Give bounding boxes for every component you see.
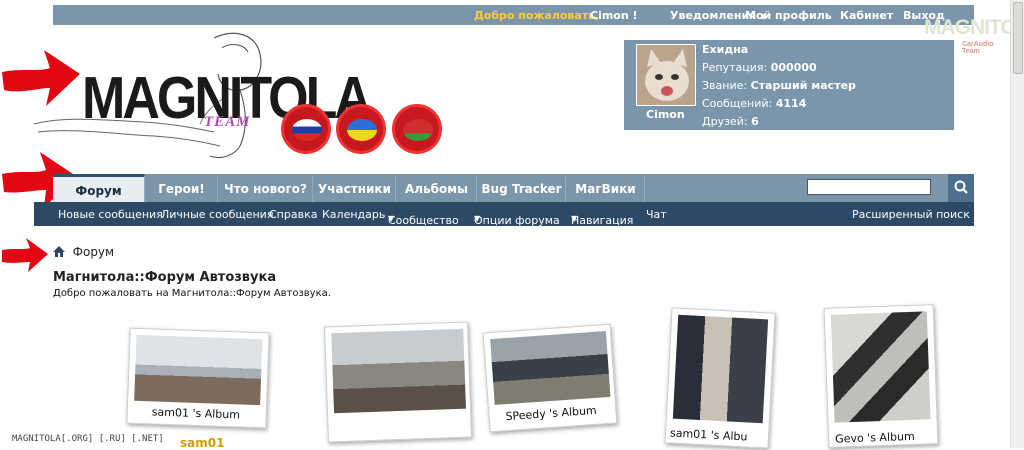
album-photo bbox=[672, 314, 769, 424]
site-logo[interactable]: MAGNITOLA TEAM bbox=[34, 28, 454, 168]
cat-avatar-icon bbox=[637, 45, 695, 105]
corner-logo-text: MAGNITOLA bbox=[924, 16, 1024, 39]
subnav-community-label: Сообщество bbox=[388, 214, 459, 227]
badge-belarus bbox=[392, 104, 442, 154]
breadcrumb-forum[interactable]: Форум bbox=[73, 245, 114, 259]
belarus-flag-icon bbox=[403, 119, 433, 141]
album-photo bbox=[134, 334, 263, 406]
album-caption: Gevo 's Album bbox=[834, 429, 915, 446]
welcome-text: Добро пожаловать, bbox=[474, 9, 600, 22]
cabinet-link[interactable]: Кабинет bbox=[840, 9, 893, 22]
username-link[interactable]: Cimon ! bbox=[590, 9, 638, 22]
album-card[interactable]: sam01 's Albu bbox=[664, 307, 776, 449]
reputation-value: 000000 bbox=[770, 61, 817, 74]
logo-team-text: TEAM bbox=[204, 114, 251, 130]
red-arrow-icon bbox=[2, 238, 48, 272]
rank-row: Звание: Старший мастер bbox=[702, 79, 856, 92]
watermark-text: MAGNITOLA[.ORG] [.RU] [.NET] bbox=[12, 434, 164, 444]
subnav-help[interactable]: Справка bbox=[269, 208, 317, 221]
scrollbar-thumb[interactable] bbox=[1013, 2, 1023, 74]
album-card[interactable] bbox=[324, 321, 472, 443]
album-caption: SPeedy 's Album bbox=[505, 403, 598, 424]
posts-value: 4114 bbox=[775, 97, 807, 110]
subnav-navigation-label: Навигация bbox=[571, 214, 634, 227]
album-card[interactable]: sam01 's Album bbox=[126, 327, 270, 429]
avatar-username[interactable]: Cimon bbox=[646, 108, 685, 121]
chevron-down-icon: ▼ bbox=[474, 214, 481, 223]
badge-russia bbox=[281, 104, 331, 154]
tab-heroes[interactable]: Герои! bbox=[146, 176, 218, 202]
notifications-label: Уведомления bbox=[670, 9, 757, 22]
tab-bug-tracker[interactable]: Bug Tracker bbox=[478, 176, 566, 202]
subnav-forum-options-label: Опции форума bbox=[474, 214, 560, 227]
album-caption: sam01 's Album bbox=[151, 405, 241, 422]
friends-value: 6 bbox=[751, 115, 759, 128]
ukraine-flag-icon bbox=[347, 119, 377, 141]
tab-albums[interactable]: Альбомы bbox=[397, 176, 477, 202]
page-title: Магнитола::Форум Автозвука bbox=[53, 270, 277, 285]
search-input[interactable] bbox=[807, 179, 931, 195]
advanced-search-link[interactable]: Расширенный поиск bbox=[852, 208, 970, 221]
reputation-label: Репутация: bbox=[702, 61, 768, 74]
user-info-box: Cimon Ехидна Репутация: 000000 Звание: С… bbox=[624, 40, 954, 130]
posts-label: Сообщений: bbox=[702, 97, 773, 110]
subnav-new-posts[interactable]: Новые сообщения bbox=[58, 208, 163, 221]
rank-label: Звание: bbox=[702, 79, 748, 92]
subnav-private-messages[interactable]: Личные сообщения bbox=[161, 208, 273, 221]
album-photo bbox=[331, 328, 466, 414]
reputation-row: Репутация: 000000 bbox=[702, 61, 817, 74]
home-icon[interactable] bbox=[53, 246, 65, 257]
top-user-bar: Добро пожаловать, Cimon ! Уведомления ▼ … bbox=[53, 5, 974, 25]
page-description: Добро пожаловать на Магнитола::Форум Авт… bbox=[53, 288, 331, 299]
rank-value: Старший мастер bbox=[750, 79, 856, 92]
corner-logo-sub: CarAudio Team bbox=[962, 41, 994, 55]
posts-row: Сообщений: 4114 bbox=[702, 97, 806, 110]
breadcrumb: Форум bbox=[53, 245, 114, 259]
avatar[interactable] bbox=[636, 44, 696, 106]
search-icon bbox=[954, 180, 968, 194]
badge-ukraine bbox=[336, 104, 386, 154]
subnav-chat[interactable]: Чат bbox=[646, 208, 667, 221]
vertical-scrollbar[interactable] bbox=[1010, 0, 1024, 448]
sub-navbar: Новые сообщения Личные сообщения Справка… bbox=[34, 202, 974, 227]
album-photo bbox=[490, 330, 611, 405]
subnav-calendar[interactable]: Календарь bbox=[322, 208, 385, 221]
page-margin-right bbox=[974, 0, 1010, 448]
tab-forum[interactable]: Форум bbox=[53, 174, 145, 202]
album-photo bbox=[830, 311, 931, 423]
tab-members[interactable]: Участники bbox=[314, 176, 396, 202]
friends-label: Друзей: bbox=[702, 115, 748, 128]
tab-magwiki[interactable]: МагВики bbox=[567, 176, 645, 202]
user-title: Ехидна bbox=[702, 43, 749, 56]
album-caption: sam01 's Albu bbox=[669, 426, 748, 444]
my-profile-link[interactable]: Мой профиль bbox=[745, 9, 832, 22]
album-card[interactable]: SPeedy 's Album bbox=[482, 323, 618, 433]
chevron-down-icon: ▼ bbox=[571, 214, 578, 223]
main-navbar: Форум Герои! Что нового? Участники Альбо… bbox=[53, 174, 974, 202]
album-card[interactable]: Gevo 's Album bbox=[823, 304, 939, 448]
tab-whats-new[interactable]: Что нового? bbox=[219, 176, 313, 202]
search-button[interactable] bbox=[948, 174, 974, 202]
chevron-down-icon: ▼ bbox=[388, 214, 395, 223]
friends-row: Друзей: 6 bbox=[702, 115, 759, 128]
russia-flag-icon bbox=[292, 119, 322, 141]
